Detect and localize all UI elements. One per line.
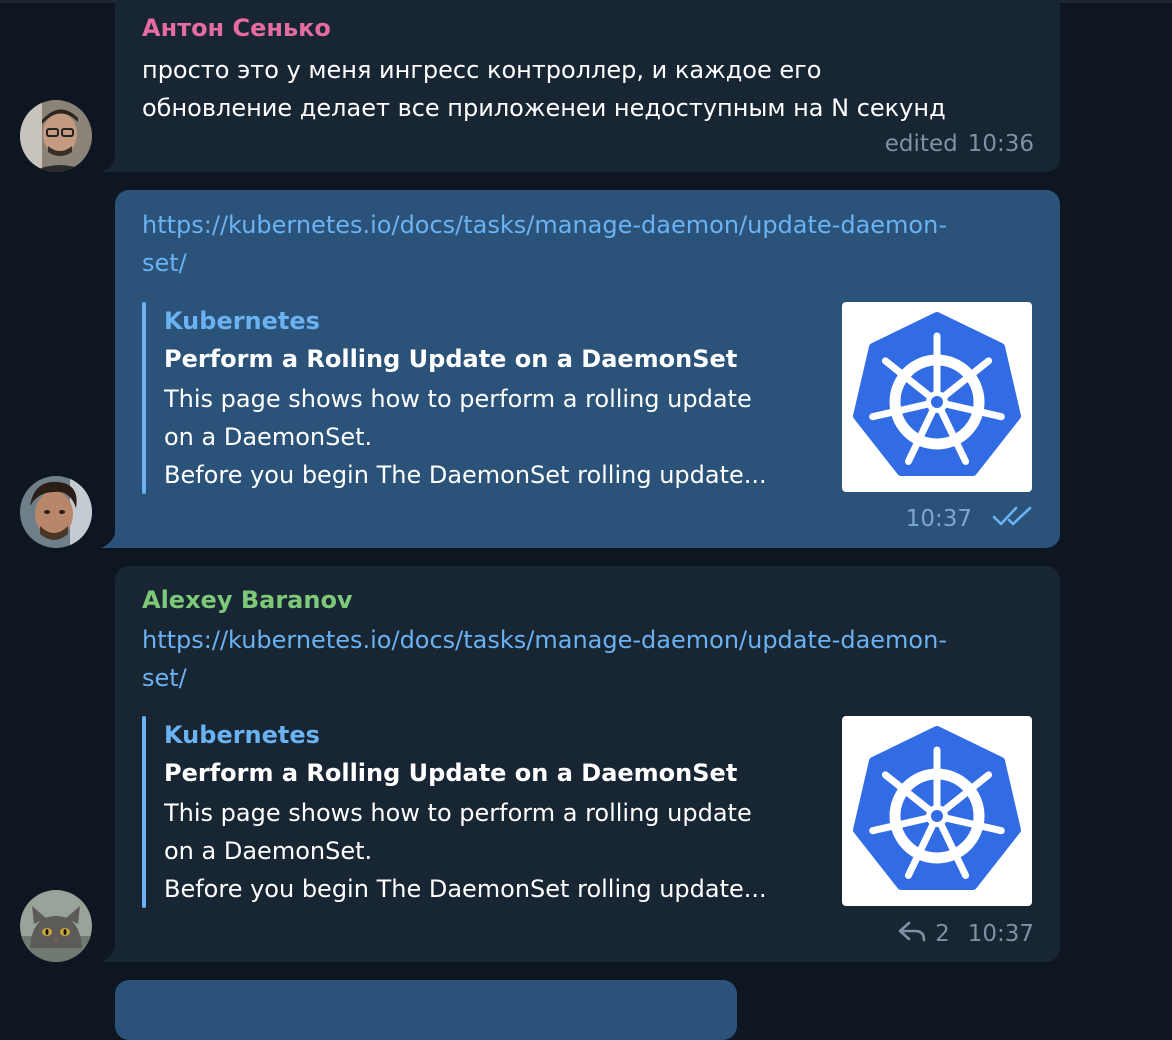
preview-description-line: This page shows how to perform a rolling…	[164, 799, 752, 827]
preview-description: This page shows how to perform a rolling…	[164, 794, 824, 908]
double-check-icon	[992, 505, 1034, 533]
bubble-tail	[101, 948, 115, 962]
replies-count: 2	[935, 921, 950, 947]
message-link-line[interactable]: https://kubernetes.io/docs/tasks/manage-…	[142, 621, 947, 659]
message-text-line: обновление делает все приложенеи недосту…	[142, 94, 946, 122]
kubernetes-logo	[853, 312, 1021, 476]
message-meta: 10:37	[906, 505, 1034, 533]
message-bubble-outgoing[interactable]: https://kubernetes.io/docs/tasks/manage-…	[101, 190, 1060, 548]
message-bubble-outgoing-partial[interactable]	[115, 980, 737, 1040]
preview-description-line: This page shows how to perform a rolling…	[164, 385, 752, 413]
message-text: просто это у меня ингресс контроллер, и …	[142, 51, 946, 127]
bubble-tail	[101, 534, 115, 548]
message-meta: 2 10:37	[897, 920, 1034, 948]
preview-description-line: on a DaemonSet.	[164, 423, 373, 451]
message-link-line[interactable]: set/	[142, 244, 947, 282]
message-meta: edited 10:36	[885, 131, 1034, 157]
user-avatar-cat[interactable]	[20, 890, 92, 962]
preview-description: This page shows how to perform a rolling…	[164, 380, 824, 494]
message-author[interactable]: Антон Сенько	[142, 14, 331, 42]
kubernetes-logo	[853, 726, 1021, 890]
preview-thumbnail[interactable]	[842, 302, 1032, 492]
message-bubble[interactable]: Alexey Baranov https://kubernetes.io/doc…	[101, 566, 1060, 962]
user-avatar-anton[interactable]	[20, 100, 92, 172]
preview-accent-bar	[142, 302, 146, 494]
preview-site-name: Kubernetes	[164, 721, 320, 749]
preview-thumbnail[interactable]	[842, 716, 1032, 906]
preview-description-line: Before you begin The DaemonSet rolling u…	[164, 461, 767, 489]
preview-accent-bar	[142, 716, 146, 908]
message-bubble[interactable]: Антон Сенько просто это у меня ингресс к…	[101, 0, 1060, 172]
message-time: 10:36	[967, 131, 1034, 157]
link-preview[interactable]: Kubernetes Perform a Rolling Update on a…	[142, 716, 1032, 908]
user-avatar-self[interactable]	[20, 476, 92, 548]
message-time: 10:37	[905, 506, 972, 532]
preview-title: Perform a Rolling Update on a DaemonSet	[164, 345, 738, 373]
edited-label: edited	[884, 131, 958, 157]
message-link-line[interactable]: https://kubernetes.io/docs/tasks/manage-…	[142, 206, 947, 244]
message-text-line: просто это у меня ингресс контроллер, и …	[142, 56, 822, 84]
message-time: 10:37	[967, 921, 1034, 947]
message-author[interactable]: Alexey Baranov	[142, 586, 353, 614]
message-link[interactable]: https://kubernetes.io/docs/tasks/manage-…	[142, 621, 947, 697]
preview-description-line: on a DaemonSet.	[164, 837, 373, 865]
message-link-line[interactable]: set/	[142, 659, 947, 697]
preview-title: Perform a Rolling Update on a DaemonSet	[164, 759, 738, 787]
replies-counter[interactable]: 2	[897, 920, 950, 948]
preview-site-name: Kubernetes	[164, 307, 320, 335]
reply-arrow-icon	[897, 920, 927, 948]
preview-description-line: Before you begin The DaemonSet rolling u…	[164, 875, 767, 903]
bubble-tail	[101, 158, 115, 172]
message-link[interactable]: https://kubernetes.io/docs/tasks/manage-…	[142, 206, 947, 282]
link-preview[interactable]: Kubernetes Perform a Rolling Update on a…	[142, 302, 1032, 494]
